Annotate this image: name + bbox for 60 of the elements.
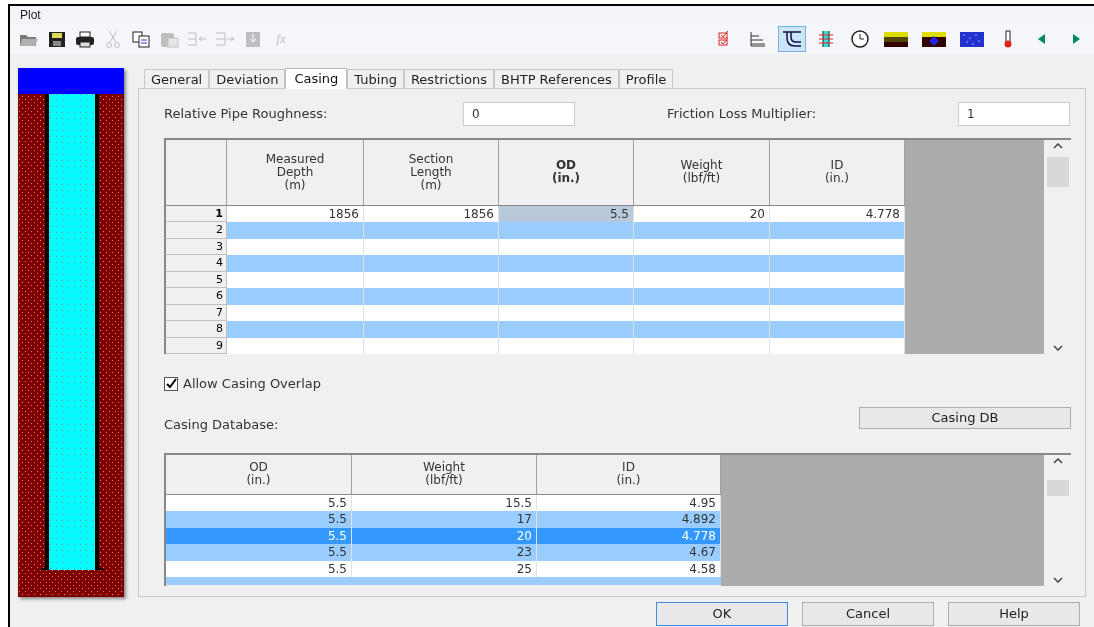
table-cell[interactable] (770, 222, 905, 239)
field-label: Relative Pipe Roughness: (164, 105, 329, 124)
scroll-up-icon[interactable] (1052, 143, 1063, 149)
printer-icon[interactable] (74, 29, 96, 49)
casing-db-button[interactable]: Casing DB (859, 406, 1071, 429)
table-cell[interactable] (499, 222, 634, 239)
checkbox[interactable] (164, 376, 178, 391)
table-cell[interactable] (770, 321, 905, 338)
dialog-button[interactable]: Help (948, 602, 1080, 626)
table-cell[interactable] (499, 288, 634, 305)
row-number: 8 (166, 321, 227, 338)
table-cell[interactable] (364, 255, 499, 272)
tab[interactable]: General (144, 69, 210, 88)
row-number: 4 (166, 255, 227, 272)
tab[interactable]: Restrictions (403, 69, 494, 88)
table-row[interactable]: 5.5 17 4.892 (166, 511, 721, 528)
table-cell[interactable] (227, 288, 364, 305)
tab[interactable]: Profile (618, 69, 674, 88)
field-label: Friction Loss Multiplier: (667, 105, 818, 124)
save-icon[interactable] (46, 29, 68, 49)
section-label: Casing Database: (164, 416, 279, 434)
table-cell[interactable] (499, 255, 634, 272)
table-cell[interactable] (364, 321, 499, 338)
row-number: 2 (166, 222, 227, 239)
table-cell: 5.5 (166, 544, 352, 561)
table-cell[interactable] (634, 321, 770, 338)
input-field[interactable]: 0 (463, 102, 575, 126)
tab[interactable]: Deviation (209, 69, 286, 88)
dialog-button[interactable]: Cancel (802, 602, 934, 626)
table-cell: 23 (352, 544, 537, 561)
dialog-button[interactable]: OK (656, 602, 788, 626)
scrollbar-thumb[interactable] (1046, 157, 1069, 187)
scroll-up-icon[interactable] (1052, 457, 1063, 464)
table-cell: 17 (352, 511, 537, 528)
table-cell[interactable] (499, 321, 634, 338)
copy-icon[interactable] (130, 29, 152, 49)
table-cell[interactable] (227, 255, 364, 272)
checkbox-label: Allow Casing Overlap (183, 375, 321, 393)
scroll-down-icon[interactable] (1052, 345, 1063, 351)
table-cell[interactable] (634, 255, 770, 272)
check-icon (165, 378, 177, 390)
table-cell[interactable] (770, 255, 905, 272)
window-title: Plot (20, 7, 41, 24)
table-cell[interactable] (364, 222, 499, 239)
table-row[interactable] (166, 577, 721, 585)
row-number: 6 (166, 288, 227, 305)
table-cell[interactable] (634, 222, 770, 239)
table-cell[interactable] (364, 288, 499, 305)
scroll-down-icon[interactable] (1052, 576, 1063, 583)
tab[interactable]: Casing (285, 68, 348, 89)
input-field[interactable]: 1 (958, 102, 1070, 126)
tab[interactable]: Tubing (347, 69, 404, 88)
table-cell[interactable] (227, 222, 364, 239)
table-cell[interactable] (770, 288, 905, 305)
tab[interactable]: BHTP References (494, 69, 619, 88)
table-cell: 5.5 (166, 511, 352, 528)
scrollbar-thumb[interactable] (1046, 479, 1069, 496)
table-row[interactable]: 5.5 23 4.67 (166, 544, 721, 561)
table-cell[interactable] (634, 288, 770, 305)
table-cell[interactable] (227, 321, 364, 338)
